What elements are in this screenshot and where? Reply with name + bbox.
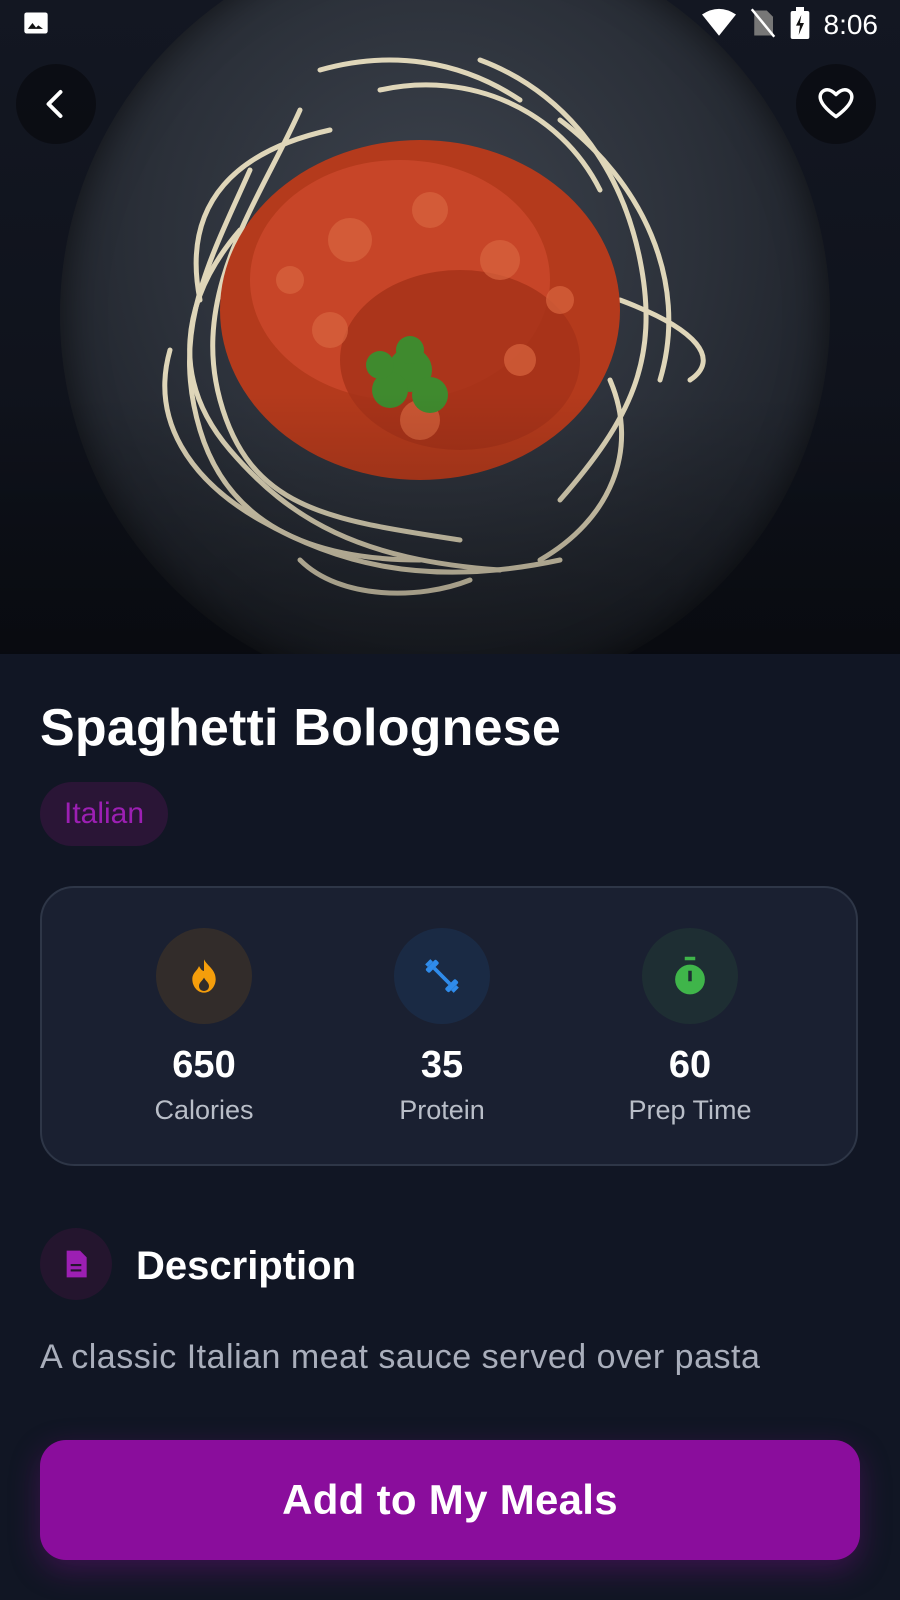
recipe-hero-image — [0, 0, 900, 654]
hero-shade — [0, 0, 900, 654]
fire-icon — [156, 928, 252, 1024]
stat-label: Protein — [399, 1095, 485, 1125]
stat-value: 60 — [668, 1044, 712, 1086]
battery-icon — [790, 6, 810, 44]
wifi-icon — [701, 8, 736, 43]
description-heading: Description — [136, 1244, 357, 1288]
timer-icon — [642, 928, 738, 1024]
add-to-my-meals-button[interactable]: Add to My Meals — [40, 1440, 860, 1560]
stat-label: Prep Time — [628, 1095, 752, 1125]
stat-value: 35 — [420, 1044, 464, 1086]
back-button[interactable] — [16, 64, 96, 144]
document-icon — [40, 1228, 112, 1300]
stat-label: Calories — [154, 1095, 254, 1125]
gallery-notification-icon — [22, 9, 50, 42]
favorite-button[interactable] — [796, 64, 876, 144]
heart-icon — [818, 88, 854, 119]
cuisine-chip: Italian — [40, 782, 169, 846]
description-text: A classic Italian meat sauce served over… — [40, 1338, 761, 1376]
recipe-title: Spaghetti Bolognese — [40, 699, 561, 757]
nutrition-stats-card: 650 Calories 35 Protein 60 Prep Time — [40, 886, 858, 1166]
chevron-left-icon — [46, 90, 63, 118]
status-time: 8:06 — [823, 9, 879, 40]
stat-protein: 35 Protein — [342, 928, 542, 1126]
stat-value: 650 — [172, 1044, 236, 1086]
status-bar: 8:06 — [0, 0, 900, 50]
dumbbell-icon — [394, 928, 490, 1024]
no-sim-icon — [750, 7, 776, 43]
stat-prep-time: 60 Prep Time — [590, 928, 790, 1126]
stat-calories: 650 Calories — [104, 928, 304, 1126]
